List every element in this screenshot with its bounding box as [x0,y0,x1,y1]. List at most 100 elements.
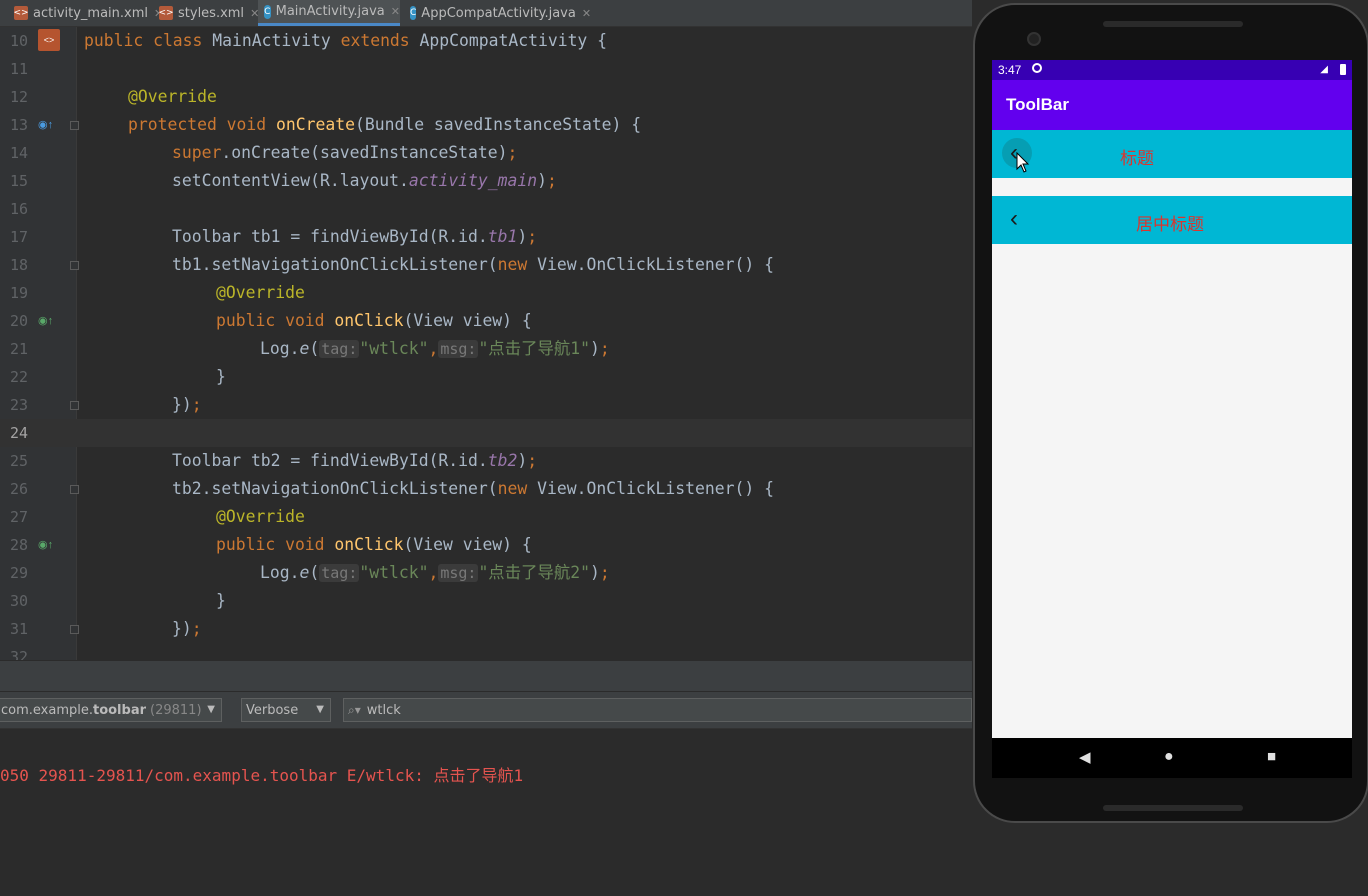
android-status-bar: 3:47 ◢ [992,60,1352,80]
code-line: 20 ◉↑ public void onClick(View view) { [0,307,972,335]
fold-marker-icon[interactable] [70,625,79,634]
override-arrow-icon[interactable]: ◉↑ [38,118,53,131]
toolbar-tb2: ‹ 居中标题 [992,196,1352,244]
search-icon: ⌕▾ [348,702,361,717]
line-number: 19 [10,284,29,302]
toolbar-tb1: ‹ 标题 [992,130,1352,178]
line-number: 11 [10,60,29,78]
xml-file-icon: <> [158,6,174,20]
emulator-panel: 3:47 ◢ ToolBar ‹ 标题 ‹ 居中标题 ◀ ● ■ [972,0,1368,896]
line-number: 13 [10,116,29,134]
xml-file-icon: <> [13,6,29,20]
line-number: 14 [10,144,29,162]
code-text: }); [172,395,202,414]
line-number: 18 [10,256,29,274]
tab-label: activity_main.xml [33,5,149,21]
code-line: 28 ◉↑ public void onClick(View view) { [0,531,972,559]
code-line: 12 @Override [0,83,972,111]
code-text: }); [172,619,202,638]
back-arrow-icon[interactable]: ‹ [1010,205,1018,233]
fold-marker-icon[interactable] [70,485,79,494]
line-number: 12 [10,88,29,106]
code-text: super.onCreate(savedInstanceState); [172,143,518,162]
close-icon[interactable]: ✕ [582,7,591,20]
code-text: @Override [128,87,217,106]
code-line: 31 }); [0,615,972,643]
line-number: 31 [10,620,29,638]
log-level-select[interactable]: Verbose ▼ [241,698,331,722]
implements-arrow-icon[interactable]: ◉↑ [38,314,53,327]
logcat-search-input[interactable]: ⌕▾ wtlck [343,698,972,722]
line-number: 32 [10,648,29,660]
code-text: @Override [216,507,305,526]
code-line: 18 tb1.setNavigationOnClickListener(new … [0,251,972,279]
code-line: 10 <> public class MainActivity extends … [0,27,972,55]
code-line: 16 [0,195,972,223]
tab-label: AppCompatActivity.java [421,5,576,21]
home-nav-icon[interactable]: ● [1164,748,1174,766]
line-number: 21 [10,340,29,358]
recents-nav-icon[interactable]: ■ [1267,748,1276,765]
code-text: Toolbar tb2 = findViewById(R.id.tb2); [172,451,538,470]
log-line: 050 29811-29811/com.example.toolbar E/wt… [0,766,524,785]
line-number: 16 [10,200,29,218]
process-select[interactable]: com.example. toolbar (29811) ▼ [0,698,222,722]
editor-status-strip [0,661,972,691]
fold-marker-icon[interactable] [70,261,79,270]
code-text: } [216,367,226,386]
speaker-grille [1103,21,1243,27]
line-number: 24 [10,424,29,442]
line-number: 30 [10,592,29,610]
code-text: tb1.setNavigationOnClickListener(new Vie… [172,255,774,274]
code-line: 26 tb2.setNavigationOnClickListener(new … [0,475,972,503]
logcat-output[interactable]: 050 29811-29811/com.example.toolbar E/wt… [0,729,972,896]
code-editor[interactable]: 10 <> public class MainActivity extends … [0,27,972,660]
chevron-down-icon: ▼ [207,704,215,715]
java-class-icon: C [264,4,271,19]
param-hint: msg: [438,564,479,582]
toolbar2-title: 居中标题 [1136,215,1204,234]
code-line: 32 [0,643,972,660]
app-bar: ToolBar [992,80,1352,130]
tab-styles-xml[interactable]: <> styles.xml ✕ [153,0,259,26]
logcat-toolbar: com.example. toolbar (29811) ▼ Verbose ▼ ⌕… [0,692,972,729]
code-line: 11 [0,55,972,83]
code-text: public class MainActivity extends AppCom… [84,31,608,50]
line-number: 20 [10,312,29,330]
close-icon[interactable]: ✕ [391,5,400,18]
param-hint: tag: [319,564,360,582]
tab-label: styles.xml [178,5,245,21]
phone-screen[interactable]: 3:47 ◢ ToolBar ‹ 标题 ‹ 居中标题 [992,60,1352,738]
code-line: 27 @Override [0,503,972,531]
code-text: Log.e(tag: "wtlck", msg: "点击了导航2"); [260,563,610,582]
tab-activity-main-xml[interactable]: <> activity_main.xml ✕ [8,0,163,26]
bottom-speaker-grille [1103,805,1243,811]
line-number: 29 [10,564,29,582]
code-line: 23 }); [0,391,972,419]
chevron-down-icon: ▼ [316,704,324,715]
line-number: 17 [10,228,29,246]
code-text: tb2.setNavigationOnClickListener(new Vie… [172,479,774,498]
code-line: 14 super.onCreate(savedInstanceState); [0,139,972,167]
code-line: 22 } [0,363,972,391]
tab-main-activity-java[interactable]: C MainActivity.java ✕ [258,0,400,26]
line-number: 10 [10,32,29,50]
line-number: 15 [10,172,29,190]
param-hint: msg: [438,340,479,358]
fold-marker-icon[interactable] [70,401,79,410]
code-line: 15 setContentView(R.layout.activity_main… [0,167,972,195]
line-number: 26 [10,480,29,498]
layout-file-icon[interactable]: <> [38,29,60,51]
code-line: 13 ◉↑ protected void onCreate(Bundle sav… [0,111,972,139]
code-text: Toolbar tb1 = findViewById(R.id.tb1); [172,227,538,246]
tab-appcompat-activity-java[interactable]: C AppCompatActivity.java ✕ [404,0,591,26]
code-text: public void onClick(View view) { [216,311,532,330]
android-nav-bar: ◀ ● ■ [992,738,1352,778]
code-line: 29 Log.e(tag: "wtlck", msg: "点击了导航2"); [0,559,972,587]
battery-icon [1340,64,1346,75]
back-nav-icon[interactable]: ◀ [1079,748,1091,766]
fold-marker-icon[interactable] [70,121,79,130]
code-text: } [216,591,226,610]
implements-arrow-icon[interactable]: ◉↑ [38,538,53,551]
status-time: 3:47 [998,63,1022,77]
